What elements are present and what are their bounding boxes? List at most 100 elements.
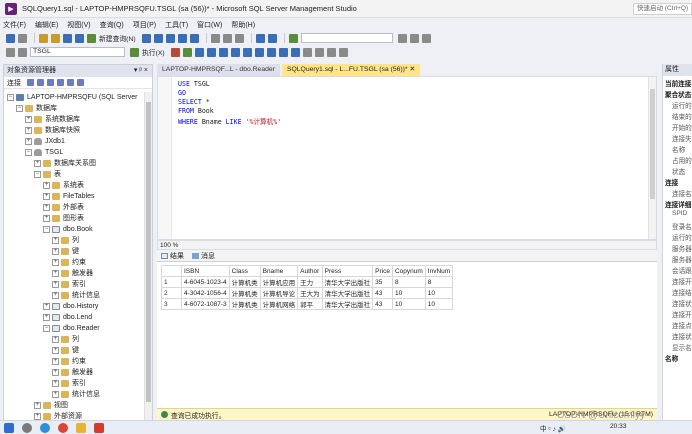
column-header[interactable]: Copynum [391,265,426,277]
property-row[interactable]: 连接状 [663,298,692,308]
table-cell[interactable]: 8 [424,276,454,288]
include-plan-icon[interactable] [230,47,240,57]
back-icon[interactable] [6,33,15,43]
column-header[interactable]: Author [297,265,323,277]
new-query-icon[interactable] [87,33,96,43]
tree-node[interactable]: + 系统表 [43,180,84,190]
copy-icon[interactable] [222,33,232,43]
connect-button[interactable]: 连接 [7,78,21,88]
expand-icon[interactable]: + [25,115,32,123]
xmla-icon[interactable] [189,33,199,43]
table-row[interactable]: 3 4-6072-1087-3 计算机类 计算机网络 郭平 清华大学出版社 43 10 10 [161,298,454,310]
new-query-button[interactable]: 新建查询(N) [99,33,136,43]
tree-node[interactable]: + dbo.History [43,301,98,311]
tree-node[interactable]: + 索引 [52,279,86,289]
wrench-icon[interactable] [409,33,419,43]
column-header[interactable]: InvNum [424,265,454,277]
menu-file[interactable]: 文件(F) [3,20,26,30]
table-cell[interactable]: 43 [372,287,393,299]
column-header[interactable]: Price [372,265,393,277]
tree-node[interactable]: + 约束 [52,356,86,366]
table-cell[interactable]: 清华大学出版社 [321,276,374,288]
collapse-icon[interactable]: − [43,324,50,332]
save-all-icon[interactable] [75,33,84,43]
property-row[interactable]: 连接开 [663,276,692,286]
menu-view[interactable]: 视图(V) [67,20,90,30]
table-cell[interactable]: 10 [391,287,426,299]
open-folder-icon[interactable] [51,33,60,43]
expand-icon[interactable]: + [52,247,59,255]
comment-icon[interactable] [302,47,312,57]
stop-icon[interactable] [170,47,180,57]
tree-node[interactable]: − dbo.Reader [43,323,100,333]
table-cell[interactable]: 10 [424,298,454,310]
expand-icon[interactable]: + [43,302,50,310]
clock[interactable]: 20:33 [610,423,627,430]
tab-messages[interactable]: 消息 [192,251,215,261]
query-options-icon[interactable] [206,47,216,57]
column-header[interactable]: ISBN [181,265,230,277]
property-row[interactable]: 连接失败 [663,133,692,143]
expand-icon[interactable]: + [25,137,32,145]
available-databases-select[interactable]: TSGL [30,47,125,57]
collapse-icon[interactable]: − [43,225,50,233]
collapse-icon[interactable]: − [16,104,23,112]
execute-icon[interactable] [130,47,139,57]
analysis-icon[interactable] [153,33,163,43]
collapse-icon[interactable]: − [34,170,41,178]
db-query-icon[interactable] [141,33,151,43]
tree-node[interactable]: + 视图 [34,400,68,410]
property-row[interactable]: 名称 [663,144,685,154]
table-cell[interactable]: 王力 [297,276,323,288]
tree-node[interactable]: + 图形表 [43,213,84,223]
property-row[interactable]: SPID [663,210,687,220]
parse-check-icon[interactable] [182,47,192,57]
table-cell[interactable]: 4-3042-1056-4 [181,287,230,299]
tree-node[interactable]: + 数据库快照 [25,125,80,135]
object-explorer-scrollbar[interactable] [144,92,152,433]
tree-node[interactable]: + JXdb1 [25,136,65,146]
tree-node[interactable]: + 触发器 [52,367,93,377]
connect-icon[interactable] [6,47,15,57]
paste-icon[interactable] [234,33,244,43]
property-row[interactable]: 服务器 [663,243,692,253]
tree-node[interactable]: + 键 [52,246,79,256]
property-row[interactable]: 连接开 [663,309,692,319]
tree-node[interactable]: − 表 [34,169,61,179]
table-cell[interactable]: 10 [424,287,454,299]
tree-node[interactable]: + 列 [52,235,79,245]
property-row[interactable]: 服务器 [663,254,692,264]
property-row[interactable]: 连接点 [663,320,692,330]
editor-scrollbar[interactable] [648,77,656,239]
wps-icon[interactable] [94,422,104,433]
tree-node[interactable]: + 约束 [52,257,86,267]
system-tray[interactable]: 中 ᶜ ♪ 🔊 [540,423,566,433]
table-cell[interactable]: 计算机类 [228,276,261,288]
menu-help[interactable]: 帮助(H) [231,20,255,30]
search-icon[interactable] [22,422,32,433]
property-category[interactable]: 连接详细 [663,199,691,209]
sql-editor[interactable]: USE TSGL GO SELECT * FROM Book WHERE Bname L… [157,76,657,240]
edge-icon[interactable] [40,422,50,433]
debug-icon[interactable] [288,33,298,43]
tab-sql-query[interactable]: SQLQuery1.sql - L...FU.TSGL (sa (56))* ✕ [281,64,421,76]
collapse-icon[interactable]: − [25,148,32,156]
expand-icon[interactable]: + [43,192,50,200]
expand-icon[interactable]: + [43,181,50,189]
property-row[interactable]: 占用的 [663,155,692,165]
tree-node[interactable]: + FileTables [43,191,95,201]
table-cell[interactable]: 计算机应用 [259,276,299,288]
table-cell[interactable]: 清华大学出版社 [321,298,374,310]
execute-button[interactable]: 执行(X) [142,47,165,57]
expand-icon[interactable]: + [34,401,41,409]
tree-node[interactable]: + 统计信息 [52,389,100,399]
indent-icon[interactable] [338,47,348,57]
table-row[interactable]: 2 4-3042-1056-4 计算机类 计算机导论 王大为 清华大学出版社 43 10 10 [161,287,454,299]
table-cell[interactable]: 8 [391,276,426,288]
tree-node[interactable]: + 外部表 [43,202,84,212]
results-grid-icon[interactable] [278,47,288,57]
property-category[interactable]: 当前连接 [663,78,691,88]
table-cell[interactable]: 计算机类 [228,287,261,299]
expand-icon[interactable]: + [52,390,59,398]
zoom-select[interactable]: 100 % [160,242,178,249]
